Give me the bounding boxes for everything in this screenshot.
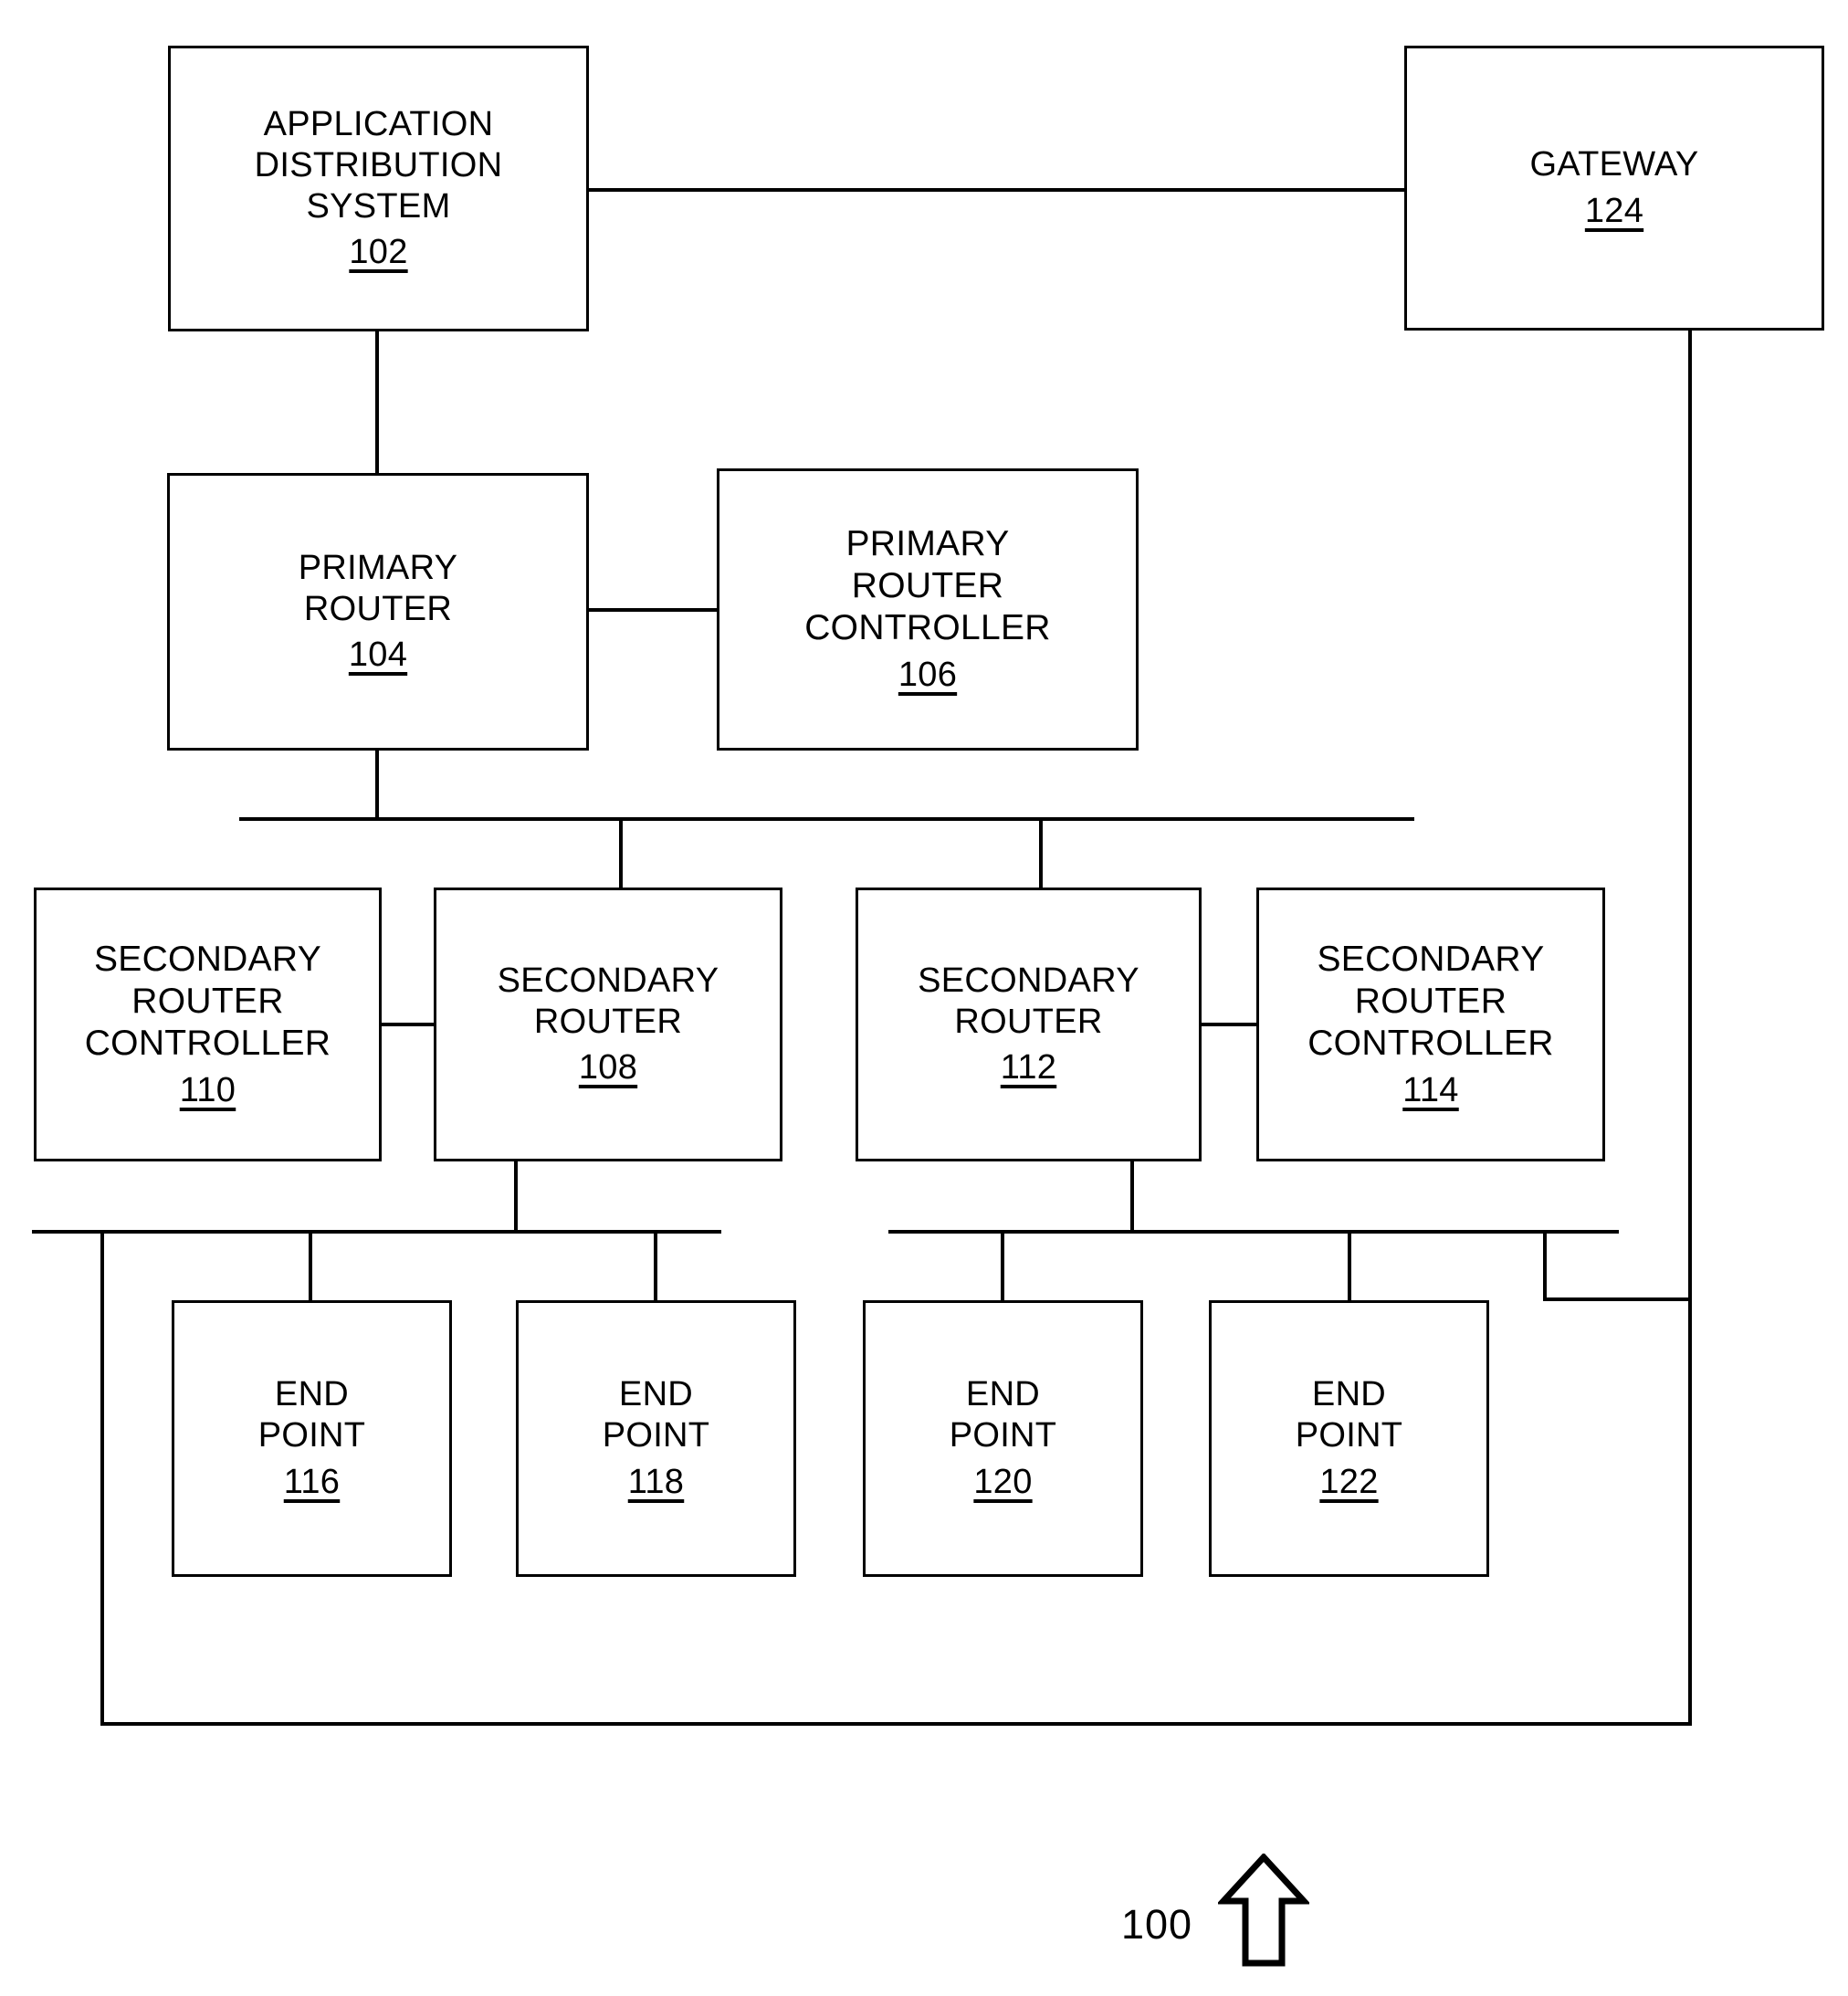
node-reference-number: 118 bbox=[627, 1462, 685, 1501]
node-reference-number: 106 bbox=[898, 656, 958, 695]
node-secondary-router-controller-110[interactable]: SECONDARY ROUTER CONTROLLER 110 bbox=[34, 888, 382, 1161]
node-title: SECONDARY ROUTER CONTROLLER bbox=[84, 939, 331, 1063]
node-end-point-122[interactable]: END POINT 122 bbox=[1209, 1300, 1489, 1577]
node-primary-router[interactable]: PRIMARY ROUTER 104 bbox=[167, 473, 589, 751]
node-title: END POINT bbox=[257, 1375, 366, 1455]
node-title: SECONDARY ROUTER bbox=[497, 961, 719, 1041]
node-reference-number: 114 bbox=[1402, 1070, 1459, 1109]
node-secondary-router-112[interactable]: SECONDARY ROUTER 112 bbox=[856, 888, 1202, 1161]
node-reference-number: 102 bbox=[349, 233, 408, 272]
node-title: PRIMARY ROUTER CONTROLLER bbox=[804, 524, 1051, 648]
node-gateway[interactable]: GATEWAY 124 bbox=[1404, 46, 1824, 331]
node-reference-number: 122 bbox=[1319, 1462, 1379, 1501]
node-reference-number: 104 bbox=[348, 636, 408, 675]
node-secondary-router-controller-114[interactable]: SECONDARY ROUTER CONTROLLER 114 bbox=[1256, 888, 1605, 1161]
node-secondary-router-108[interactable]: SECONDARY ROUTER 108 bbox=[434, 888, 782, 1161]
node-title: END POINT bbox=[1295, 1375, 1403, 1455]
node-title: GATEWAY bbox=[1529, 145, 1699, 184]
node-reference-number: 116 bbox=[283, 1462, 341, 1501]
up-arrow-icon bbox=[1218, 1854, 1309, 1967]
node-reference-number: 112 bbox=[1000, 1048, 1057, 1087]
node-end-point-116[interactable]: END POINT 116 bbox=[172, 1300, 452, 1577]
patent-figure-canvas: APPLICATION DISTRIBUTION SYSTEM 102 GATE… bbox=[0, 0, 1848, 1996]
node-title: SECONDARY ROUTER CONTROLLER bbox=[1307, 939, 1554, 1063]
node-reference-number: 110 bbox=[179, 1070, 236, 1109]
figure-reference-label: 100 bbox=[1121, 1901, 1193, 1948]
node-title: APPLICATION DISTRIBUTION SYSTEM bbox=[254, 104, 503, 226]
node-title: END POINT bbox=[949, 1375, 1057, 1455]
node-end-point-118[interactable]: END POINT 118 bbox=[516, 1300, 796, 1577]
node-title: SECONDARY ROUTER bbox=[918, 961, 1139, 1041]
node-reference-number: 108 bbox=[578, 1048, 638, 1087]
node-application-distribution-system[interactable]: APPLICATION DISTRIBUTION SYSTEM 102 bbox=[168, 46, 589, 331]
node-primary-router-controller[interactable]: PRIMARY ROUTER CONTROLLER 106 bbox=[717, 468, 1139, 751]
node-reference-number: 124 bbox=[1584, 192, 1644, 230]
node-reference-number: 120 bbox=[973, 1462, 1033, 1501]
node-title: PRIMARY ROUTER bbox=[298, 548, 458, 628]
node-end-point-120[interactable]: END POINT 120 bbox=[863, 1300, 1143, 1577]
node-title: END POINT bbox=[602, 1375, 710, 1455]
